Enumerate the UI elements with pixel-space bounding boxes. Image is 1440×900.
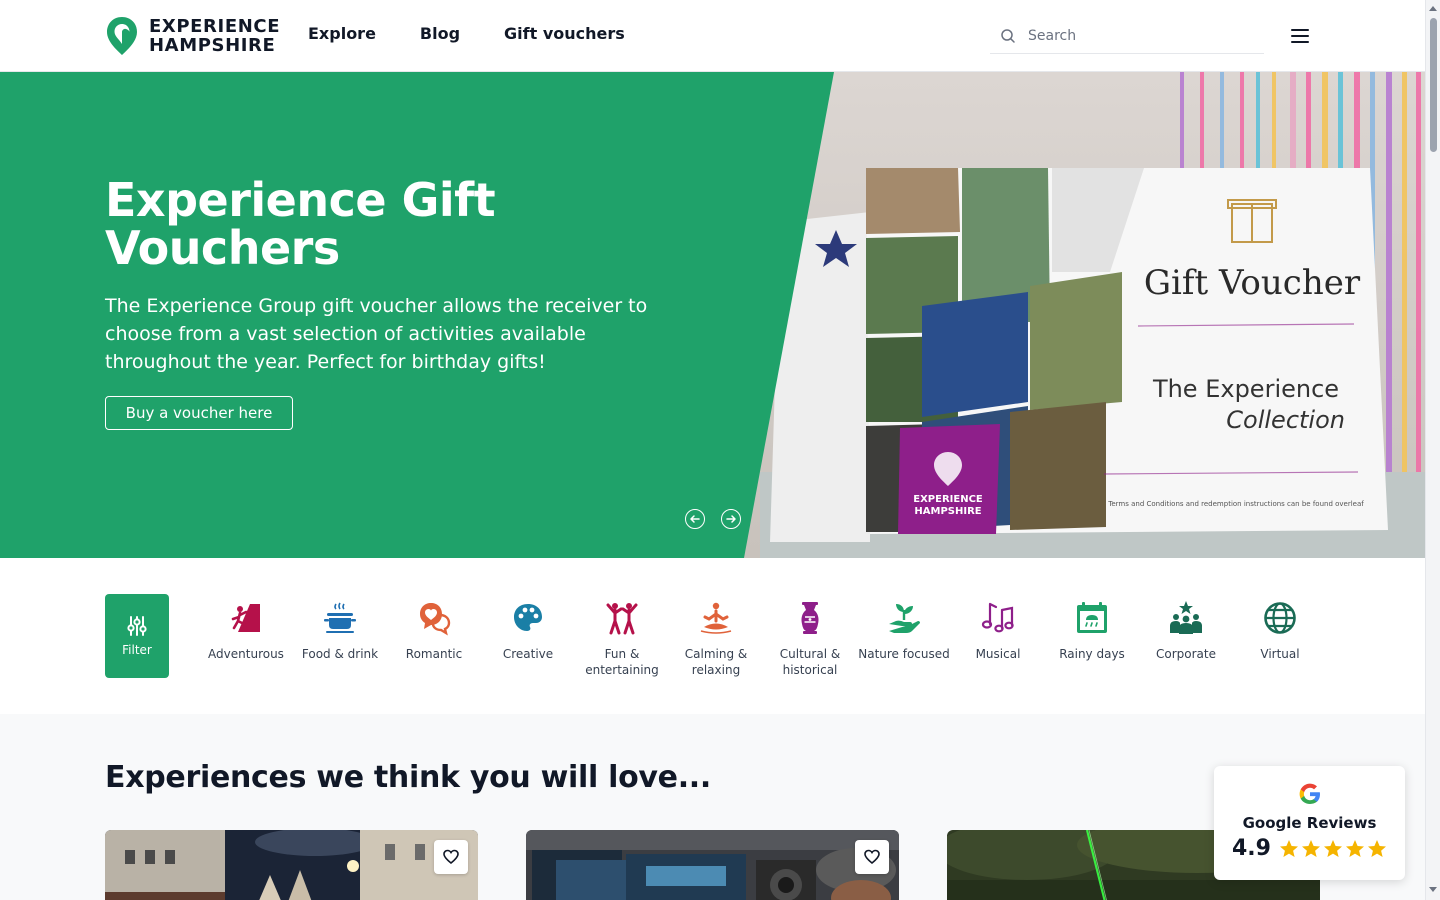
hero-description: The Experience Group gift voucher allows… — [105, 295, 648, 373]
plant-hand-icon — [889, 604, 920, 633]
star-icon — [1323, 839, 1342, 857]
people-dancing-icon — [606, 603, 638, 635]
hamburger-menu-icon — [1291, 29, 1309, 31]
category-calming-relaxing[interactable]: Calming & relaxing — [669, 600, 763, 678]
scrollbar-thumb[interactable] — [1430, 18, 1437, 152]
category-cultural-historical[interactable]: Cultural & historical — [763, 600, 857, 678]
category-corporate[interactable]: Corporate — [1139, 600, 1233, 662]
music-notes-icon — [981, 602, 1014, 633]
category-food-drink[interactable]: Food & drink — [293, 600, 387, 662]
hero-title: Experience Gift Vouchers — [105, 173, 496, 275]
experience-card[interactable] — [105, 830, 478, 900]
heart-chat-icon — [420, 603, 451, 636]
site-header: EXPERIENCE HAMPSHIRE Explore Blog Gift v… — [0, 0, 1425, 72]
nav-explore[interactable]: Explore — [308, 24, 376, 43]
star-icon — [1345, 839, 1364, 857]
category-romantic[interactable]: Romantic — [387, 600, 481, 662]
experience-image-recording-studio — [526, 830, 899, 900]
main-nav: Explore Blog Gift vouchers — [308, 24, 625, 43]
rain-calendar-icon — [1077, 602, 1107, 633]
vase-icon — [801, 602, 819, 634]
climber-icon — [231, 604, 260, 632]
search-box — [990, 18, 1264, 54]
carousel-next-button[interactable] — [721, 509, 741, 529]
reviews-stars — [1279, 839, 1387, 859]
nav-gift-vouchers[interactable]: Gift vouchers — [504, 24, 625, 43]
star-icon — [1301, 839, 1320, 857]
recommended-experiences: Experiences we think you will love... — [0, 714, 1425, 900]
reviews-title: Google Reviews — [1242, 814, 1377, 832]
brand-line-1: EXPERIENCE — [149, 16, 281, 37]
search-icon — [1001, 28, 1015, 43]
page: EXPERIENCE HAMPSHIRE Explore Blog Gift v… — [0, 0, 1440, 900]
team-icon — [1170, 601, 1202, 634]
category-fun-entertaining[interactable]: Fun & entertaining — [575, 600, 669, 678]
scroll-down-arrow-icon[interactable] — [1429, 887, 1437, 892]
arrow-left-icon — [690, 515, 700, 523]
star-icon — [1367, 839, 1386, 857]
favourite-button[interactable] — [434, 840, 468, 874]
heart-icon — [864, 849, 880, 865]
category-nature-focused[interactable]: Nature focused — [857, 600, 951, 662]
hamburger-menu-button[interactable] — [1290, 26, 1312, 46]
location-pin-logo-icon — [107, 17, 137, 55]
reviews-score: 4.9 — [1232, 836, 1271, 861]
meditation-icon — [700, 602, 732, 634]
category-rainy-days[interactable]: Rainy days — [1045, 600, 1139, 662]
experience-image-street-night — [105, 830, 478, 900]
section-title: Experiences we think you will love... — [105, 760, 711, 795]
filter-button[interactable]: Filter — [105, 594, 169, 678]
cooking-pot-icon — [324, 602, 356, 633]
page-scrollbar[interactable] — [1425, 0, 1440, 900]
category-musical[interactable]: Musical — [951, 600, 1045, 662]
favourite-button[interactable] — [855, 840, 889, 874]
buy-voucher-button[interactable]: Buy a voucher here — [105, 396, 293, 430]
site-logo[interactable]: EXPERIENCE HAMPSHIRE — [105, 15, 280, 57]
google-reviews-badge[interactable]: Google Reviews 4.9 — [1214, 766, 1405, 880]
heart-icon — [443, 849, 459, 865]
category-virtual[interactable]: Virtual — [1233, 600, 1327, 662]
arrow-right-icon — [726, 515, 736, 523]
category-bar: Filter Adventurous Food & drink Romantic… — [0, 558, 1425, 714]
filter-label: Filter — [122, 643, 152, 657]
star-icon — [1279, 839, 1298, 857]
category-adventurous[interactable]: Adventurous — [199, 600, 293, 662]
google-g-icon — [1299, 783, 1320, 804]
brand-line-2: HAMPSHIRE — [149, 35, 276, 56]
hero-banner: EXPERIENCE HAMPSHIRE Gift Voucher The Ex… — [0, 72, 1425, 558]
nav-blog[interactable]: Blog — [420, 24, 460, 43]
category-creative[interactable]: Creative — [481, 600, 575, 662]
carousel-prev-button[interactable] — [685, 509, 705, 529]
sliders-icon — [127, 616, 147, 636]
search-input[interactable] — [1028, 27, 1248, 44]
palette-icon — [514, 604, 542, 631]
globe-icon — [1264, 602, 1296, 634]
scroll-up-arrow-icon[interactable] — [1429, 6, 1437, 11]
experience-card[interactable] — [526, 830, 899, 900]
